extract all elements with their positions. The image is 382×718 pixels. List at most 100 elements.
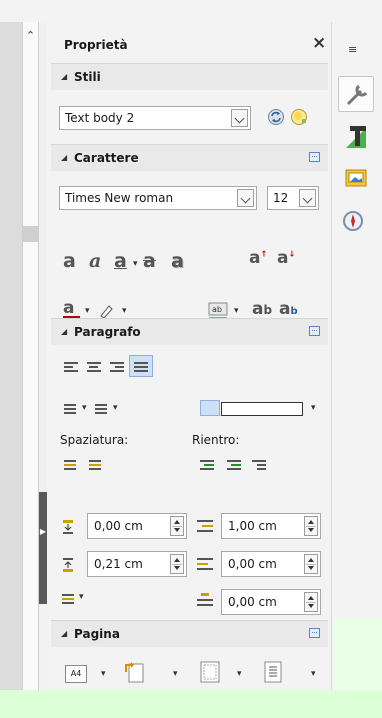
section-header-carattere[interactable]: ◢ Carattere <box>51 144 328 171</box>
collapse-triangle-icon: ◢ <box>61 327 68 336</box>
vertical-scrollbar[interactable] <box>22 22 39 718</box>
below-spacing-spin[interactable]: 0,21 cm <box>87 551 187 577</box>
spin-buttons[interactable] <box>170 554 184 574</box>
chevron-down-icon[interactable] <box>237 189 254 207</box>
new-style-icon[interactable] <box>290 108 308 126</box>
line-spacing-icon[interactable] <box>62 594 74 606</box>
svg-text:ab: ab <box>212 305 222 314</box>
tab-navigator[interactable] <box>338 204 374 240</box>
paragraph-style-combo[interactable]: Text body 2 <box>59 106 251 130</box>
chevron-down-icon[interactable] <box>299 189 316 207</box>
update-style-icon[interactable] <box>267 108 285 126</box>
underline-dropdown-icon[interactable]: ▾ <box>133 259 138 269</box>
divider <box>39 22 47 492</box>
margins-dropdown-icon[interactable]: ▾ <box>237 669 242 679</box>
justify-icon <box>134 362 148 374</box>
first-line-indent-value: 0,00 cm <box>228 595 277 609</box>
character-spacing-dropdown-icon[interactable]: ▾ <box>234 306 239 316</box>
line-spacing-dropdown-icon[interactable]: ▾ <box>79 592 84 602</box>
font-name-combo[interactable]: Times New roman <box>59 186 257 210</box>
columns-icon[interactable] <box>263 660 283 684</box>
background-highlight <box>0 690 382 718</box>
properties-panel: Proprietà × ◢ Stili Text body 2 ◢ Caratt… <box>47 22 332 718</box>
highlight-dropdown-icon[interactable]: ▾ <box>122 306 127 316</box>
spin-buttons[interactable] <box>170 516 184 536</box>
bold-icon[interactable]: a <box>63 250 76 272</box>
align-left-icon[interactable] <box>64 362 78 374</box>
first-line-indent-spin[interactable]: 0,00 cm <box>221 589 321 615</box>
spacing-label: Spaziatura: <box>60 433 129 447</box>
close-icon[interactable]: × <box>312 33 326 53</box>
spin-buttons[interactable] <box>304 516 318 536</box>
subscript-icon[interactable]: a↓ <box>277 248 295 268</box>
collapse-arrow-icon[interactable]: ▶ <box>39 526 47 538</box>
underline-icon[interactable]: a <box>114 250 127 272</box>
shadow-icon[interactable]: a <box>171 250 184 272</box>
numbered-list-icon[interactable] <box>95 404 107 416</box>
shrink-font-icon[interactable]: ab <box>279 299 298 319</box>
more-options-icon[interactable] <box>309 628 320 638</box>
more-options-icon[interactable] <box>309 152 320 162</box>
compass-icon <box>343 211 363 231</box>
font-size-combo[interactable]: 12 <box>267 186 319 210</box>
tab-gallery[interactable] <box>338 160 374 196</box>
above-spacing-icon <box>62 519 74 535</box>
top-strip <box>0 0 382 22</box>
section-header-stili[interactable]: ◢ Stili <box>51 63 328 90</box>
italic-icon[interactable]: a <box>89 250 101 272</box>
after-indent-icon <box>197 557 213 571</box>
background-color-preview[interactable] <box>221 402 303 416</box>
more-options-icon[interactable] <box>309 326 320 336</box>
increase-indent-icon[interactable] <box>200 460 214 472</box>
section-header-pagina[interactable]: ◢ Pagina <box>51 620 328 647</box>
character-spacing-icon[interactable]: ab <box>207 300 229 320</box>
align-right-icon[interactable] <box>110 362 124 374</box>
bullet-list-dropdown-icon[interactable]: ▾ <box>82 403 87 413</box>
page-size-icon[interactable]: A4 <box>65 665 87 683</box>
font-name-value: Times New roman <box>65 191 174 205</box>
collapse-triangle-icon: ◢ <box>61 72 68 81</box>
section-header-paragrafo[interactable]: ◢ Paragrafo <box>51 318 328 345</box>
below-spacing-icon <box>62 557 74 573</box>
chevron-down-icon[interactable] <box>231 109 248 127</box>
background-highlight <box>334 618 382 690</box>
bullet-list-icon[interactable] <box>64 404 76 416</box>
font-color-icon[interactable]: a <box>63 300 80 320</box>
superscript-icon[interactable]: a↑ <box>249 248 267 268</box>
sidebar-menu-icon[interactable]: ≡ <box>348 43 357 56</box>
sidebar-splitter[interactable] <box>39 492 47 604</box>
section-title: Stili <box>74 70 101 84</box>
tab-styles[interactable] <box>338 120 374 156</box>
strikethrough-icon[interactable]: a <box>143 250 156 272</box>
styles-icon <box>346 126 366 148</box>
spin-buttons[interactable] <box>304 592 318 612</box>
paragraph-background-icon[interactable] <box>200 400 220 416</box>
after-indent-spin[interactable]: 0,00 cm <box>221 551 321 577</box>
tab-properties[interactable] <box>338 76 374 112</box>
above-spacing-spin[interactable]: 0,00 cm <box>87 513 187 539</box>
justify-button[interactable] <box>129 355 153 377</box>
panel-title: Proprietà <box>64 38 128 52</box>
hanging-indent-icon[interactable] <box>252 460 266 472</box>
numbered-list-dropdown-icon[interactable]: ▾ <box>113 403 118 413</box>
spin-buttons[interactable] <box>304 554 318 574</box>
before-indent-spin[interactable]: 1,00 cm <box>221 513 321 539</box>
font-color-dropdown-icon[interactable]: ▾ <box>85 306 90 316</box>
first-line-indent-icon <box>197 592 213 608</box>
margins-icon[interactable] <box>199 660 221 684</box>
decrease-spacing-icon[interactable] <box>89 460 101 472</box>
decrease-indent-icon[interactable] <box>227 460 241 472</box>
orientation-icon[interactable] <box>123 660 147 684</box>
align-center-icon[interactable] <box>87 362 101 374</box>
grow-font-icon[interactable]: ab <box>252 299 272 319</box>
page-size-dropdown-icon[interactable]: ▾ <box>101 669 106 679</box>
scrollbar-thumb[interactable] <box>22 226 39 242</box>
document-area-edge <box>0 22 22 718</box>
scroll-up-icon[interactable]: ⌃ <box>22 27 39 45</box>
orientation-dropdown-icon[interactable]: ▾ <box>173 669 178 679</box>
increase-spacing-icon[interactable] <box>64 460 76 472</box>
columns-dropdown-icon[interactable]: ▾ <box>311 669 316 679</box>
indent-label: Rientro: <box>192 433 240 447</box>
sidebar-tabbar: ≡ <box>332 22 382 718</box>
background-color-dropdown-icon[interactable]: ▾ <box>311 403 316 413</box>
